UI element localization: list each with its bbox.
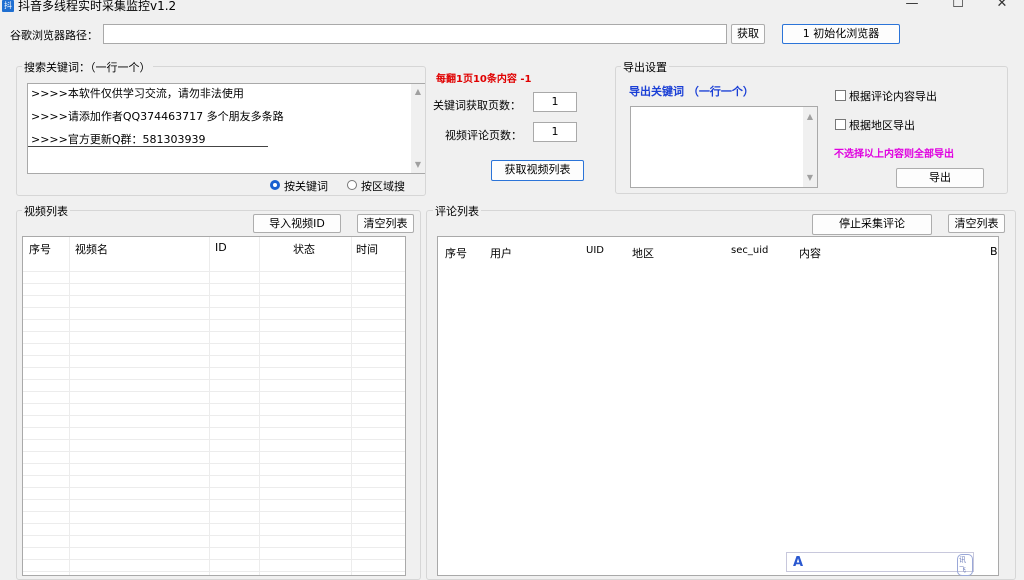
table-row bbox=[23, 355, 405, 356]
keyword-line: >>>>官方更新Q群：581303939 bbox=[31, 133, 206, 146]
column-header[interactable]: 状态 bbox=[293, 241, 315, 257]
video-list-title: 视频列表 bbox=[22, 203, 70, 219]
table-row bbox=[23, 547, 405, 548]
by-comment-checkbox[interactable] bbox=[835, 90, 846, 101]
table-row bbox=[23, 499, 405, 500]
window-title: 抖音多线程实时采集监控v1.2 bbox=[18, 0, 177, 13]
comment-pages-input[interactable]: 1 bbox=[533, 122, 577, 142]
get-path-button[interactable]: 获取 bbox=[731, 24, 765, 44]
column-header[interactable]: 序号 bbox=[445, 245, 467, 261]
browser-path-input[interactable] bbox=[103, 24, 727, 44]
by-region-checkbox[interactable] bbox=[835, 119, 846, 130]
export-scrollbar[interactable]: ▲ ▼ bbox=[803, 107, 817, 187]
keyword-textarea[interactable]: >>>>本软件仅供学习交流，请勿非法使用 >>>>请添加作者QQ37446371… bbox=[27, 83, 425, 174]
close-button[interactable]: ✕ bbox=[988, 0, 1016, 12]
table-row bbox=[23, 535, 405, 536]
by-comment-label: 根据评论内容导出 bbox=[849, 90, 937, 103]
pages-input[interactable]: 1 bbox=[533, 92, 577, 112]
table-column-divider bbox=[69, 237, 70, 575]
scroll-up-icon[interactable]: ▲ bbox=[411, 87, 425, 96]
title-bar: 抖 抖音多线程实时采集监控v1.2 — ☐ ✕ bbox=[0, 0, 1024, 17]
radio-region[interactable] bbox=[347, 180, 357, 190]
table-column-divider bbox=[209, 237, 210, 575]
table-row bbox=[23, 283, 405, 284]
ime-logo-icon[interactable]: 讯飞 bbox=[957, 554, 973, 576]
column-header[interactable]: 内容 bbox=[799, 245, 821, 261]
table-row bbox=[23, 487, 405, 488]
table-row bbox=[23, 331, 405, 332]
table-row bbox=[23, 367, 405, 368]
table-row bbox=[23, 343, 405, 344]
table-row bbox=[23, 271, 405, 272]
table-row bbox=[23, 379, 405, 380]
table-row bbox=[23, 403, 405, 404]
scroll-down-icon[interactable]: ▼ bbox=[803, 173, 817, 182]
clear-video-list-button[interactable]: 清空列表 bbox=[357, 214, 414, 233]
table-row bbox=[23, 475, 405, 476]
export-settings-title: 导出设置 bbox=[621, 59, 669, 75]
minimize-button[interactable]: — bbox=[898, 0, 926, 12]
radio-keyword[interactable] bbox=[270, 180, 280, 190]
column-header[interactable]: 时间 bbox=[356, 241, 378, 257]
keyword-scrollbar[interactable]: ▲ ▼ bbox=[411, 84, 425, 173]
column-header[interactable]: UID bbox=[586, 245, 604, 256]
table-row bbox=[23, 391, 405, 392]
scroll-up-icon[interactable]: ▲ bbox=[803, 112, 817, 121]
stop-collect-comments-button[interactable]: 停止采集评论 bbox=[812, 214, 932, 235]
column-header[interactable]: sec_uid bbox=[731, 245, 768, 256]
table-row bbox=[23, 511, 405, 512]
table-row bbox=[23, 415, 405, 416]
import-video-id-button[interactable]: 导入视频ID bbox=[253, 214, 341, 233]
export-hint: 不选择以上内容则全部导出 bbox=[834, 149, 954, 160]
app-icon: 抖 bbox=[2, 0, 14, 12]
export-keyword-label: 导出关键词 （一行一个） bbox=[629, 85, 754, 98]
table-row bbox=[23, 319, 405, 320]
ime-mode-indicator[interactable]: A bbox=[793, 555, 803, 570]
maximize-button[interactable]: ☐ bbox=[944, 0, 972, 12]
column-header[interactable]: 序号 bbox=[29, 241, 51, 257]
video-list-table[interactable]: 序号 视频名 ID 状态 时间 bbox=[22, 236, 406, 576]
init-browser-button[interactable]: 1 初始化浏览器 bbox=[782, 24, 900, 44]
radio-region-label: 按区域搜 bbox=[361, 180, 405, 193]
comment-list-title: 评论列表 bbox=[433, 203, 481, 219]
keyword-line: >>>>请添加作者QQ374463717 多个朋友多条路 bbox=[31, 110, 284, 123]
column-header[interactable]: 视频名 bbox=[75, 241, 108, 257]
comment-pages-label: 视频评论页数： bbox=[445, 129, 522, 142]
table-row bbox=[23, 427, 405, 428]
column-header[interactable]: ID bbox=[215, 241, 227, 254]
clear-comment-list-button[interactable]: 清空列表 bbox=[948, 214, 1005, 233]
search-keyword-title: 搜索关键词：（一行一个） bbox=[22, 59, 153, 75]
table-row bbox=[23, 307, 405, 308]
table-column-divider bbox=[351, 237, 352, 575]
table-row bbox=[23, 523, 405, 524]
column-header[interactable]: 地区 bbox=[632, 245, 654, 261]
table-row bbox=[23, 295, 405, 296]
table-row bbox=[23, 463, 405, 464]
page-notice: 每翻1页10条内容 -1 bbox=[436, 74, 532, 85]
export-keyword-textarea[interactable]: ▲ ▼ bbox=[630, 106, 818, 188]
table-row bbox=[23, 451, 405, 452]
by-region-label: 根据地区导出 bbox=[849, 119, 915, 132]
table-row bbox=[23, 439, 405, 440]
table-column-divider bbox=[259, 237, 260, 575]
pages-label: 关键词获取页数： bbox=[433, 99, 521, 112]
keyword-underline bbox=[28, 146, 268, 147]
get-video-list-button[interactable]: 获取视频列表 bbox=[491, 160, 584, 181]
export-button[interactable]: 导出 bbox=[896, 168, 984, 188]
browser-path-label: 谷歌浏览器路径： bbox=[10, 29, 98, 42]
radio-keyword-label: 按关键词 bbox=[284, 180, 328, 193]
column-header[interactable]: 用户 bbox=[490, 245, 512, 261]
comment-list-table[interactable]: 序号 用户 UID 地区 sec_uid 内容 B bbox=[437, 236, 999, 576]
ime-toolbar[interactable]: A 讯飞 bbox=[786, 552, 974, 576]
column-header[interactable]: B bbox=[990, 245, 998, 258]
table-row bbox=[23, 559, 405, 560]
keyword-line: >>>>本软件仅供学习交流，请勿非法使用 bbox=[31, 87, 244, 100]
scroll-down-icon[interactable]: ▼ bbox=[411, 160, 425, 169]
